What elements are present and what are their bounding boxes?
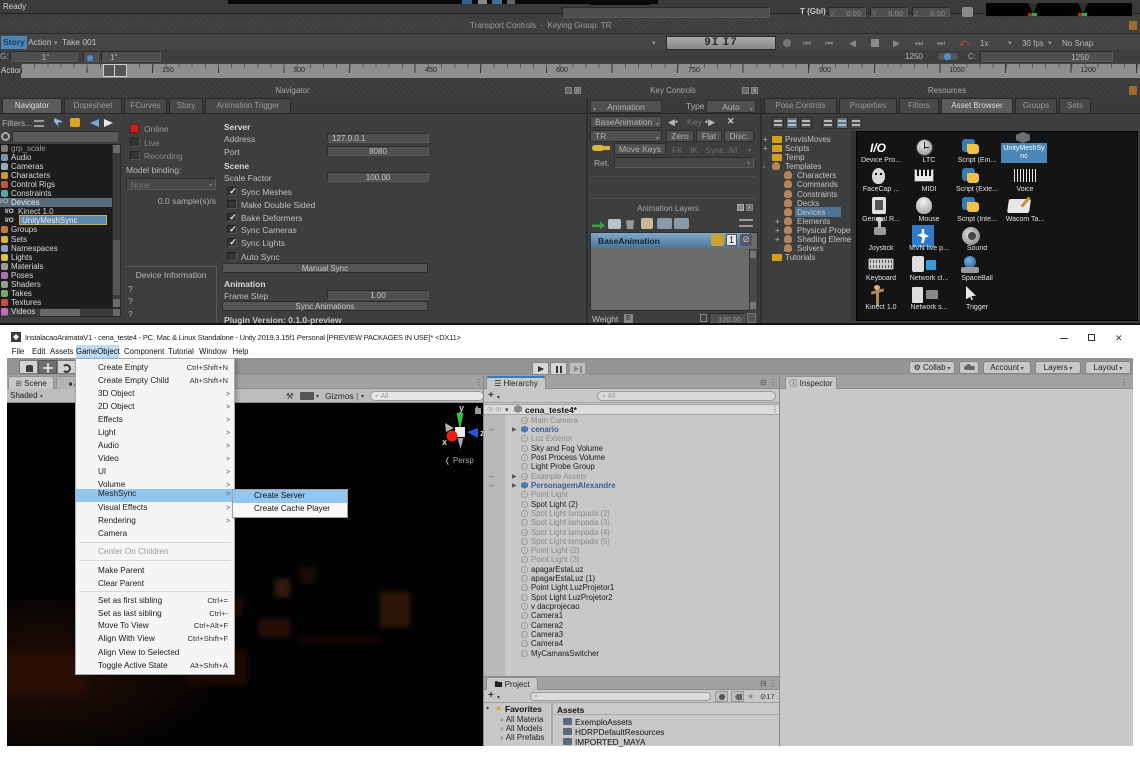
svg-text:x: x [442, 437, 447, 447]
svg-text:y: y [459, 403, 464, 413]
